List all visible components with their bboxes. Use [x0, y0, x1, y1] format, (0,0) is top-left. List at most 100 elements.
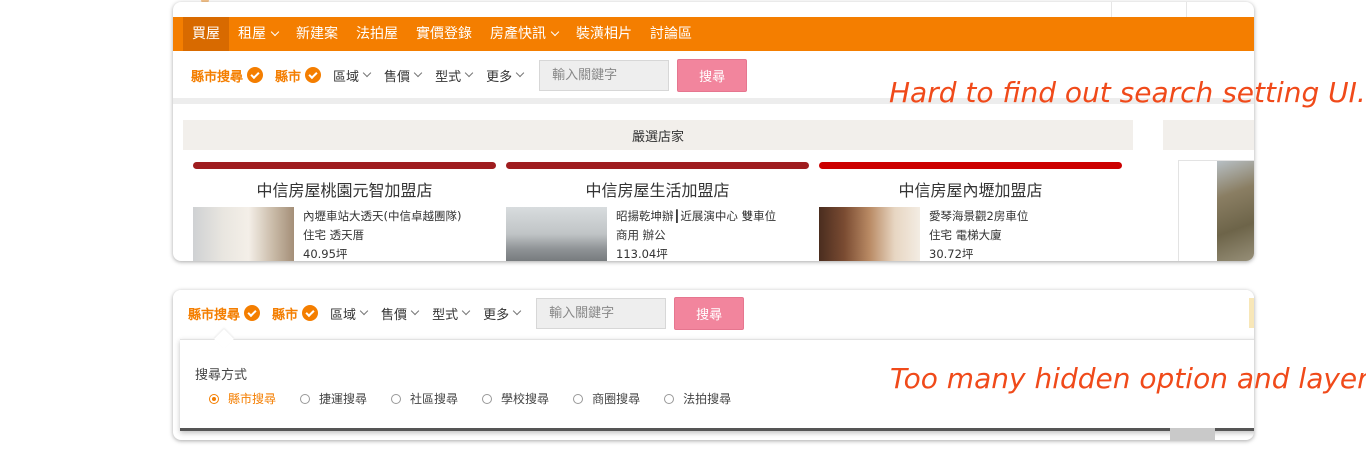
filter-city[interactable]: 縣市	[272, 304, 319, 323]
listing-title: 昭揚乾坤辦┃近展演中心 雙車位	[616, 209, 777, 223]
chevron-down-icon	[270, 27, 280, 37]
check-circle-icon	[244, 305, 261, 321]
side-listing-card[interactable]	[1178, 160, 1254, 261]
filter-search-mode[interactable]: 縣市搜尋	[191, 66, 264, 85]
nav-item-label: 實價登錄	[416, 26, 472, 42]
screenshot-panel-main: 買屋 租屋 新建案 法拍屋 實價登錄 房產快訊 裝潢相片 討論區 縣市搜尋 縣市…	[173, 2, 1254, 261]
section-title: 嚴選店家	[183, 120, 1133, 150]
chevron-down-icon	[515, 68, 525, 78]
nav-item-actual-price[interactable]: 實價登錄	[407, 17, 481, 51]
radio-icon	[391, 393, 402, 404]
store-accent-bar	[819, 162, 1122, 169]
annotation-note: Too many hidden option and layer	[890, 362, 1366, 395]
filter-label: 區域	[330, 307, 357, 323]
search-mode-label: 搜尋方式	[195, 368, 248, 383]
chevron-down-icon	[413, 68, 423, 78]
search-mode-option-city[interactable]: 縣市搜尋	[209, 390, 276, 407]
filter-label: 區域	[333, 69, 360, 85]
listing-type: 商用 辦公	[616, 228, 666, 242]
nav-item-news[interactable]: 房產快訊	[481, 17, 567, 51]
nav-item-foreclosure[interactable]: 法拍屋	[347, 17, 407, 51]
chevron-down-icon	[359, 306, 369, 316]
listing-photo	[819, 207, 920, 261]
listing-type: 住宅 電梯大廈	[929, 228, 1002, 242]
listing-title: 內壢車站大透天(中信卓越團隊)	[303, 209, 462, 223]
listing-item[interactable]: 昭揚乾坤辦┃近展演中心 雙車位 商用 辦公 113.04坪	[506, 207, 809, 261]
store-card[interactable]: 中信房屋內壢加盟店 愛琴海景觀2房車位 住宅 電梯大廈 30.72坪	[819, 162, 1122, 261]
keyword-input[interactable]	[539, 59, 670, 91]
chevron-down-icon	[410, 306, 420, 316]
filter-search-mode[interactable]: 縣市搜尋	[188, 304, 261, 323]
option-label: 社區搜尋	[410, 392, 459, 406]
filter-price[interactable]: 售價	[384, 66, 423, 85]
store-name: 中信房屋內壢加盟店	[898, 181, 1043, 200]
option-label: 商圈搜尋	[592, 392, 641, 406]
header-divider	[1111, 2, 1112, 17]
search-button[interactable]: 搜尋	[674, 296, 745, 330]
filter-label: 型式	[432, 307, 459, 323]
filter-label: 縣市搜尋	[188, 307, 241, 323]
check-circle-icon	[247, 67, 264, 83]
filter-district[interactable]: 區域	[330, 304, 369, 323]
nav-item-label: 房產快訊	[490, 26, 546, 42]
search-mode-options: 縣市搜尋 捷運搜尋 社區搜尋 學校搜尋 商圈搜尋 法拍搜尋	[209, 390, 755, 407]
option-label: 法拍搜尋	[683, 392, 732, 406]
chevron-down-icon	[512, 306, 522, 316]
filter-type[interactable]: 型式	[435, 66, 474, 85]
nav-item-new-projects[interactable]: 新建案	[287, 17, 347, 51]
filter-label: 縣市	[272, 307, 299, 323]
filter-label: 縣市搜尋	[191, 69, 244, 85]
filter-city[interactable]: 縣市	[275, 66, 322, 85]
nav-item-label: 租屋	[238, 26, 266, 42]
nav-item-decor-photos[interactable]: 裝潢相片	[567, 17, 641, 51]
radio-icon	[300, 393, 311, 404]
listing-title: 愛琴海景觀2房車位	[929, 209, 1029, 223]
nav-item-label: 買屋	[192, 26, 220, 42]
chevron-down-icon	[362, 68, 372, 78]
store-accent-bar	[193, 162, 496, 169]
check-circle-icon	[302, 305, 319, 321]
listing-size: 40.95坪	[303, 247, 348, 261]
store-name: 中信房屋桃園元智加盟店	[256, 181, 433, 200]
listing-photo	[1217, 161, 1254, 261]
search-mode-option-business-district[interactable]: 商圈搜尋	[573, 390, 640, 407]
filter-price[interactable]: 售價	[381, 304, 420, 323]
filter-label: 型式	[435, 69, 462, 85]
listing-item[interactable]: 內壢車站大透天(中信卓越團隊) 住宅 透天厝 40.95坪	[193, 207, 496, 261]
search-mode-option-foreclosure[interactable]: 法拍搜尋	[664, 390, 731, 407]
radio-selected-icon	[209, 393, 219, 404]
listing-photo	[193, 207, 294, 261]
chevron-down-icon	[550, 27, 560, 37]
filter-label: 更多	[483, 307, 510, 323]
filter-label: 售價	[384, 69, 411, 85]
search-mode-option-school[interactable]: 學校搜尋	[482, 390, 549, 407]
nav-item-buy[interactable]: 買屋	[183, 17, 229, 51]
listing-size: 113.04坪	[616, 247, 668, 261]
filter-label: 縣市	[275, 69, 302, 85]
nav-item-rent[interactable]: 租屋	[229, 17, 287, 51]
filter-district[interactable]: 區域	[333, 66, 372, 85]
filter-more[interactable]: 更多	[483, 304, 522, 323]
listing-photo	[506, 207, 607, 261]
listing-type: 住宅 透天厝	[303, 228, 365, 242]
store-card[interactable]: 中信房屋生活加盟店 昭揚乾坤辦┃近展演中心 雙車位 商用 辦公 113.04坪	[506, 162, 809, 261]
radio-icon	[573, 393, 584, 404]
search-mode-option-mrt[interactable]: 捷運搜尋	[300, 390, 367, 407]
nav-item-label: 討論區	[650, 26, 692, 42]
filter-type[interactable]: 型式	[432, 304, 471, 323]
header-divider	[1186, 2, 1187, 17]
nav-item-label: 新建案	[296, 26, 338, 42]
main-nav: 買屋 租屋 新建案 法拍屋 實價登錄 房產快訊 裝潢相片 討論區	[173, 17, 1254, 51]
search-button[interactable]: 搜尋	[677, 58, 748, 92]
option-label: 學校搜尋	[501, 392, 550, 406]
search-mode-option-community[interactable]: 社區搜尋	[391, 390, 458, 407]
keyword-input[interactable]	[536, 297, 667, 329]
option-label: 捷運搜尋	[319, 392, 368, 406]
listing-item[interactable]: 愛琴海景觀2房車位 住宅 電梯大廈 30.72坪	[819, 207, 1122, 261]
option-label: 縣市搜尋	[228, 392, 277, 406]
store-card[interactable]: 中信房屋桃園元智加盟店 內壢車站大透天(中信卓越團隊) 住宅 透天厝 40.95…	[193, 162, 496, 261]
filter-more[interactable]: 更多	[486, 66, 525, 85]
nav-item-forum[interactable]: 討論區	[641, 17, 701, 51]
annotation-note: Hard to find out search setting UI.	[889, 76, 1366, 109]
nav-item-label: 裝潢相片	[576, 26, 632, 42]
